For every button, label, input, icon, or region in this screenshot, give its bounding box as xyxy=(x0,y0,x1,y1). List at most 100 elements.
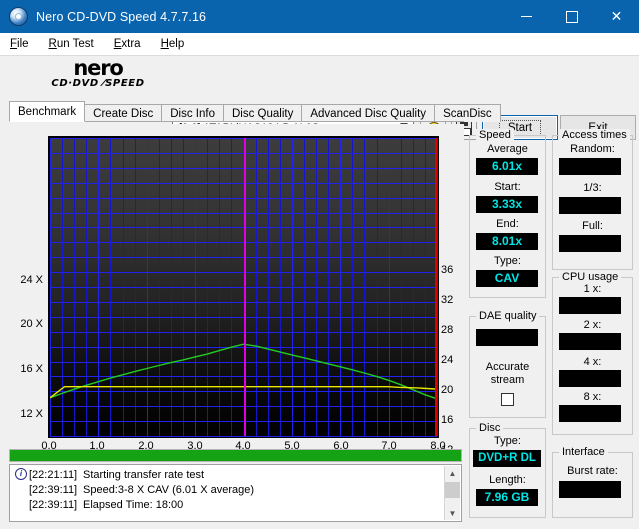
log-entry-message: Elapsed Time: 18:00 xyxy=(83,499,184,511)
disc-type-value: DVD+R DL xyxy=(473,450,541,467)
chart-plot-area[interactable] xyxy=(48,136,439,438)
window-controls: ✕ xyxy=(504,0,639,33)
menu-run-accel: R xyxy=(48,38,57,50)
log-entry-time: [22:39:11] xyxy=(29,499,78,511)
cpu-8x-label: 8 x: xyxy=(583,391,602,403)
cpu-1x-label: 1 x: xyxy=(583,283,602,295)
logo-subtitle: CD·DVD ⁄SPEED xyxy=(22,78,174,89)
menu-item-help[interactable]: Help xyxy=(151,36,195,52)
speed-panel: Speed Average 6.01x Start: 3.33x End: 8.… xyxy=(469,129,546,298)
info-icon xyxy=(14,468,28,481)
log-entry: [22:39:11] Elapsed Time: 18:00 xyxy=(14,499,441,514)
menu-file-rest: ile xyxy=(17,38,29,50)
access-random-value xyxy=(559,158,621,175)
y-axis-right-tick-24: 24 xyxy=(441,354,454,366)
y-axis-right-tick-32: 32 xyxy=(441,294,454,306)
accurate-stream-checkbox[interactable] xyxy=(501,393,514,406)
minimize-icon xyxy=(521,16,532,17)
tab-benchmark-label: Benchmark xyxy=(18,105,77,118)
menu-extra-rest: xtra xyxy=(121,38,141,50)
menu-item-file[interactable]: File xyxy=(0,36,39,52)
disc-type-label: Type: xyxy=(494,435,521,447)
benchmark-chart: 24 X 20 X 16 X 12 X 8 X 4 X 36 32 28 24 … xyxy=(9,124,464,517)
log-entry-message: Starting transfer rate test xyxy=(83,469,205,481)
nero-logo: nero CD·DVD ⁄SPEED xyxy=(22,58,174,96)
maximize-icon xyxy=(565,10,578,23)
speed-average-value: 6.01x xyxy=(476,158,538,175)
log-entry: [22:21:11] Starting transfer rate test xyxy=(14,468,441,484)
menu-bar: File Run Test Extra Help xyxy=(0,33,639,56)
speed-type-label: Type: xyxy=(494,255,521,267)
burst-rate-label: Burst rate: xyxy=(567,465,618,477)
log-entry-icon-empty xyxy=(14,499,28,511)
access-times-panel: Access times Random: 1/3: Full: xyxy=(552,129,633,270)
menu-item-extra[interactable]: Extra xyxy=(104,36,151,52)
log-entry-message: Speed:3-8 X CAV (6.01 X average) xyxy=(83,484,255,496)
dae-quality-panel: DAE quality Accurate stream xyxy=(469,310,546,418)
log-entry-icon-empty xyxy=(14,484,28,496)
tab-disc-quality-label: Disc Quality xyxy=(232,107,294,120)
menu-run-rest: un Test xyxy=(56,38,94,50)
y-axis-right-tick-16: 16 xyxy=(441,414,454,426)
dae-quality-value xyxy=(476,329,538,346)
tab-bar: Benchmark Create Disc Disc Info Disc Qua… xyxy=(9,101,501,122)
window-title: Nero CD-DVD Speed 4.7.7.16 xyxy=(36,9,207,24)
title-bar: Nero CD-DVD Speed 4.7.7.16 ✕ xyxy=(0,0,639,33)
burst-rate-value xyxy=(559,481,621,498)
log-panel[interactable]: [22:21:11] Starting transfer rate test [… xyxy=(9,464,462,522)
speed-start-label: Start: xyxy=(494,181,521,193)
close-button[interactable]: ✕ xyxy=(594,0,639,33)
access-random-label: Random: xyxy=(570,143,615,155)
interface-panel: Interface Burst rate: xyxy=(552,446,633,518)
minimize-button[interactable] xyxy=(504,0,549,33)
speed-start-value: 3.33x xyxy=(476,196,538,213)
access-times-panel-title: Access times xyxy=(559,129,630,141)
y-axis-left-tick-16: 16 X xyxy=(20,363,43,375)
y-axis-left-tick-20: 20 X xyxy=(20,318,43,330)
log-entry: [22:39:11] Speed:3-8 X CAV (6.01 X avera… xyxy=(14,484,441,499)
tab-create-disc-label: Create Disc xyxy=(93,107,154,120)
y-axis-left-tick-12: 12 X xyxy=(20,408,43,420)
access-one-third-label: 1/3: xyxy=(583,182,602,194)
progress-bar-fill xyxy=(10,450,461,461)
tab-disc-info[interactable]: Disc Info xyxy=(161,104,224,122)
tab-benchmark[interactable]: Benchmark xyxy=(9,101,86,122)
speed-panel-title: Speed xyxy=(476,129,514,141)
cpu-usage-panel-title: CPU usage xyxy=(559,271,622,283)
log-entry-time: [22:21:11] xyxy=(29,469,78,481)
y-axis-right-tick-36: 36 xyxy=(441,264,454,276)
tab-scandisc-label: ScanDisc xyxy=(443,107,492,120)
menu-help-accel: H xyxy=(160,38,169,50)
y-axis-right-tick-20: 20 xyxy=(441,384,454,396)
speed-average-label: Average xyxy=(487,143,528,155)
scrollbar-thumb[interactable] xyxy=(445,482,460,498)
tab-disc-quality[interactable]: Disc Quality xyxy=(223,104,303,122)
tab-create-disc[interactable]: Create Disc xyxy=(84,104,163,122)
menu-item-run-test[interactable]: Run Test xyxy=(39,36,104,52)
dae-quality-panel-title: DAE quality xyxy=(476,310,540,322)
disc-panel-title: Disc xyxy=(476,422,504,434)
maximize-button[interactable] xyxy=(549,0,594,33)
scroll-up-icon[interactable]: ▲ xyxy=(445,466,460,480)
cpu-1x-value xyxy=(559,297,621,314)
logo-sub-right: SPEED xyxy=(105,78,145,89)
menu-file-accel: F xyxy=(10,38,18,50)
disc-length-value: 7.96 GB xyxy=(476,489,538,506)
interface-panel-title: Interface xyxy=(559,446,608,458)
tab-advanced-disc-quality-label: Advanced Disc Quality xyxy=(310,107,427,120)
toolbar: nero CD·DVD ⁄SPEED [0:0] ATAPI iHAS124 B… xyxy=(0,56,639,140)
logo-wordmark: nero xyxy=(73,56,123,80)
access-full-label: Full: xyxy=(582,220,603,232)
cpu-2x-value xyxy=(559,333,621,350)
access-one-third-value xyxy=(559,197,621,214)
cpu-usage-panel: CPU usage 1 x: 2 x: 4 x: 8 x: xyxy=(552,271,633,435)
access-full-value xyxy=(559,235,621,252)
log-scrollbar[interactable]: ▲ ▼ xyxy=(444,466,460,520)
disc-panel: Disc Type: DVD+R DL Length: 7.96 GB xyxy=(469,422,546,518)
nero-disc-icon xyxy=(9,7,28,26)
scroll-down-icon[interactable]: ▼ xyxy=(445,506,460,520)
tab-scandisc[interactable]: ScanDisc xyxy=(434,104,501,122)
speed-end-label: End: xyxy=(496,218,519,230)
tab-advanced-disc-quality[interactable]: Advanced Disc Quality xyxy=(301,104,436,122)
menu-help-rest: elp xyxy=(168,38,185,50)
